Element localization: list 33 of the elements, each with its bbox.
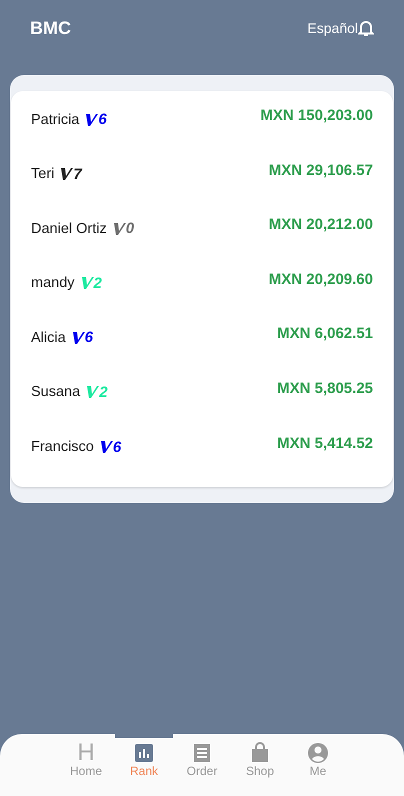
vip-badge: 6 [85, 111, 107, 128]
letter-icon: H [77, 742, 95, 764]
vip-badge: 7 [60, 166, 82, 183]
account-icon [307, 742, 329, 764]
shopping-bag-icon [249, 742, 271, 764]
vip-badge: 6 [72, 329, 93, 346]
member-name: Susana [31, 384, 80, 400]
sales-amount: MXN 5,805.25 [277, 380, 373, 397]
sales-amount: MXN 150,203.00 [260, 107, 373, 124]
sales-amount: MXN 20,209.60 [268, 270, 373, 288]
nav-tab[interactable]: H Home [68, 742, 104, 796]
nav-tab[interactable]: Order [184, 742, 220, 796]
member-name: mandy [31, 275, 75, 292]
vip-badge: 0 [112, 220, 134, 238]
nav-tab[interactable]: Me [300, 742, 336, 796]
sales-amount: MXN 5,414.52 [277, 434, 373, 452]
member-name: Francisco [31, 439, 94, 456]
member-name: Daniel Ortiz [31, 220, 107, 237]
sales-amount: MXN 29,106.57 [268, 162, 373, 179]
sales-amount: MXN 20,212.00 [268, 216, 373, 234]
receipt-icon [191, 742, 213, 764]
sales-amount: MXN 6,062.51 [277, 325, 373, 342]
notification-bell-icon[interactable] [358, 19, 374, 37]
member-name: Teri [31, 166, 54, 182]
language-selector[interactable]: Español [307, 20, 358, 36]
vip-badge: 2 [86, 384, 108, 401]
vip-badge: 6 [100, 438, 122, 456]
nav-tab[interactable]: Shop [242, 742, 278, 796]
bar-chart-icon [133, 742, 155, 764]
vip-badge: 2 [80, 274, 102, 292]
app-title: BMC [30, 18, 71, 38]
member-name: Alicia [31, 330, 66, 346]
member-name: Patricia [31, 112, 80, 128]
